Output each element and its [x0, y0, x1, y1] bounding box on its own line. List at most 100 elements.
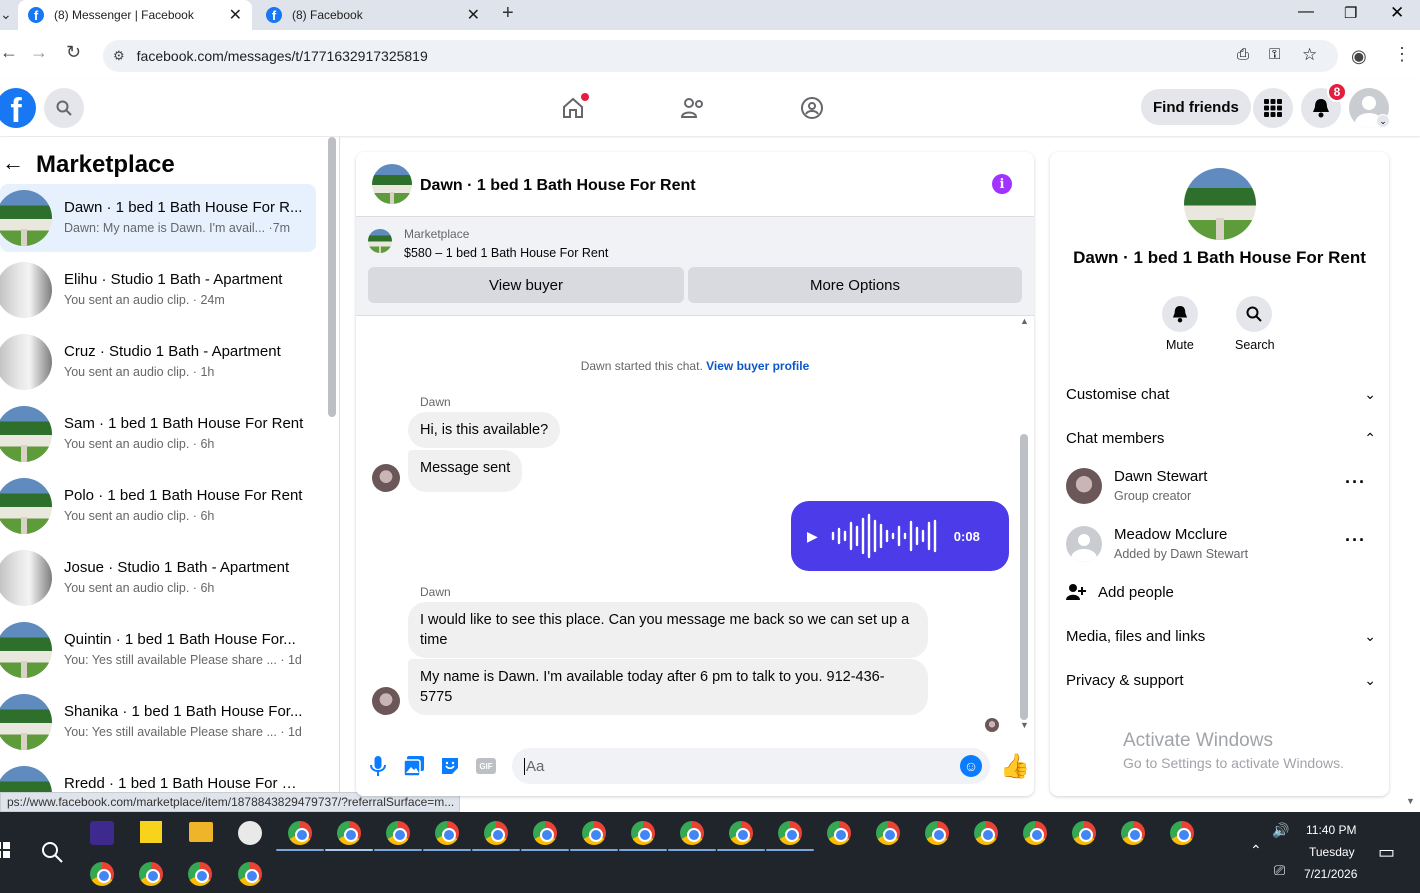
conversation-item[interactable]: Polo · 1 bed 1 Bath House For Rent You se…	[0, 472, 316, 540]
install-app-icon[interactable]: ⎙	[1237, 46, 1249, 63]
photo-icon[interactable]	[404, 756, 424, 776]
tab-messenger[interactable]: f (8) Messenger | Facebook ✕	[18, 0, 252, 30]
chrome-window-icon[interactable]	[778, 821, 802, 845]
chrome-window-icon[interactable]	[1072, 821, 1096, 845]
conversation-item[interactable]: Cruz · Studio 1 Bath - Apartment You sent…	[0, 328, 316, 396]
tab-scroll-left-icon[interactable]: ⌄	[0, 6, 12, 23]
chrome-window-icon[interactable]	[876, 821, 900, 845]
chrome-window-icon[interactable]	[386, 821, 410, 845]
message-bubble[interactable]: My name is Dawn. I'm available today aft…	[408, 659, 928, 715]
search-in-chat-button[interactable]	[1236, 296, 1272, 332]
paint-icon[interactable]	[238, 821, 262, 845]
groups-nav[interactable]	[800, 96, 824, 125]
sender-avatar[interactable]	[372, 464, 400, 492]
conversation-item[interactable]: Quintin · 1 bed 1 Bath House For... You: …	[0, 616, 316, 684]
browser-menu-icon[interactable]: ⋮	[1393, 44, 1411, 65]
volume-icon[interactable]: 🔊	[1272, 822, 1289, 839]
sender-avatar[interactable]	[372, 687, 400, 715]
notification-center-icon[interactable]: ▭	[1378, 842, 1395, 863]
chrome-window-icon[interactable]	[139, 862, 163, 886]
back-arrow-icon[interactable]: ←	[2, 150, 24, 176]
chat-members-section[interactable]: Chat members ⌃	[1066, 423, 1376, 453]
sticker-icon[interactable]	[440, 756, 460, 776]
chrome-window-icon[interactable]	[238, 862, 262, 886]
forward-icon[interactable]: →	[30, 42, 48, 63]
page-scroll-down-arrow[interactable]: ▼	[1406, 796, 1415, 806]
chrome-window-icon[interactable]	[1121, 821, 1145, 845]
search-button[interactable]	[44, 88, 84, 128]
chrome-window-icon[interactable]	[484, 821, 508, 845]
conversation-item[interactable]: Dawn · 1 bed 1 Bath House For R... Dawn: …	[0, 184, 316, 252]
play-icon[interactable]: ▶	[807, 528, 818, 545]
add-people-button[interactable]: Add people	[1066, 580, 1174, 604]
view-buyer-button[interactable]: View buyer	[368, 267, 684, 303]
clock-time[interactable]: 11:40 PM	[1306, 823, 1356, 837]
chrome-window-icon[interactable]	[288, 821, 312, 845]
menu-button[interactable]	[1253, 88, 1293, 128]
chrome-window-icon[interactable]	[827, 821, 851, 845]
chrome-window-icon[interactable]	[1170, 821, 1194, 845]
message-bubble[interactable]: Hi, is this available?	[408, 412, 561, 448]
chat-title[interactable]: Dawn · 1 bed 1 Bath House For Rent	[420, 177, 696, 195]
account-chevron-icon[interactable]: ⌄	[1376, 114, 1390, 128]
customise-chat-section[interactable]: Customise chat ⌄	[1066, 379, 1376, 409]
scroll-down-arrow[interactable]: ▼	[1020, 720, 1029, 730]
gif-icon[interactable]: GIF	[476, 758, 496, 774]
conversation-item[interactable]: Josue · Studio 1 Bath - Apartment You sen…	[0, 544, 316, 612]
friends-nav[interactable]	[680, 96, 706, 125]
file-explorer-icon[interactable]	[189, 822, 213, 842]
network-icon[interactable]: ⎚	[1274, 862, 1285, 879]
profile-icon[interactable]: ◉	[1351, 46, 1367, 67]
member-avatar[interactable]	[1066, 526, 1102, 562]
member-name[interactable]: Meadow Mcclure	[1114, 526, 1227, 543]
emoji-icon[interactable]: ☺	[960, 755, 982, 777]
list-scrollbar[interactable]	[328, 137, 336, 417]
conversation-item[interactable]: Elihu · Studio 1 Bath - Apartment You sen…	[0, 256, 316, 324]
info-icon[interactable]: i	[992, 174, 1012, 194]
notifications-button[interactable]: 8	[1301, 82, 1347, 128]
chrome-window-icon[interactable]	[974, 821, 998, 845]
audio-message-bubble[interactable]: ▶ 0:08	[791, 501, 1009, 571]
conversation-item[interactable]: Sam · 1 bed 1 Bath House For Rent You sen…	[0, 400, 316, 468]
restore-icon[interactable]: ❐	[1344, 4, 1357, 22]
member-options-icon[interactable]: ···	[1345, 472, 1366, 493]
taskbar-search-icon[interactable]	[40, 840, 64, 864]
chrome-window-icon[interactable]	[925, 821, 949, 845]
thumbs-up-icon[interactable]: 👍	[1000, 752, 1030, 781]
chrome-window-icon[interactable]	[1023, 821, 1047, 845]
find-friends-button[interactable]: Find friends	[1141, 89, 1251, 125]
member-avatar[interactable]	[1066, 468, 1102, 504]
message-bubble[interactable]: Message sent	[408, 450, 523, 492]
chrome-window-icon[interactable]	[533, 821, 557, 845]
bookmark-star-icon[interactable]: ☆	[1302, 45, 1317, 65]
scroll-up-arrow[interactable]: ▲	[1020, 316, 1029, 326]
sticky-notes-icon[interactable]	[140, 821, 162, 843]
messages-scrollbar[interactable]	[1020, 434, 1028, 720]
show-hidden-icons[interactable]: ⌃	[1250, 842, 1262, 859]
chat-avatar[interactable]	[372, 164, 412, 204]
site-info-icon[interactable]: ⚙	[113, 48, 125, 64]
message-input[interactable]: Aa ☺	[512, 748, 990, 784]
close-tab-icon[interactable]: ✕	[229, 5, 242, 25]
chrome-window-icon[interactable]	[729, 821, 753, 845]
chrome-window-icon[interactable]	[337, 821, 361, 845]
chrome-window-icon[interactable]	[188, 862, 212, 886]
tab-facebook[interactable]: f (8) Facebook ✕	[256, 0, 490, 30]
view-buyer-profile-link[interactable]: View buyer profile	[706, 359, 809, 373]
mute-button[interactable]	[1162, 296, 1198, 332]
windows-start-icon[interactable]	[0, 842, 10, 858]
chrome-window-icon[interactable]	[680, 821, 704, 845]
member-name[interactable]: Dawn Stewart	[1114, 468, 1207, 485]
more-options-button[interactable]: More Options	[688, 267, 1022, 303]
address-bar[interactable]: ⚙ facebook.com/messages/t/17716329173258…	[103, 40, 1338, 72]
privacy-support-section[interactable]: Privacy & support ⌄	[1066, 665, 1376, 695]
chrome-window-icon[interactable]	[631, 821, 655, 845]
new-tab-icon[interactable]: +	[502, 2, 514, 25]
chrome-window-icon[interactable]	[435, 821, 459, 845]
minimize-icon[interactable]: —	[1298, 3, 1314, 21]
facebook-logo[interactable]: f	[0, 88, 36, 128]
visual-studio-icon[interactable]	[90, 821, 114, 845]
microphone-icon[interactable]	[370, 756, 386, 776]
chrome-window-icon[interactable]	[582, 821, 606, 845]
reload-icon[interactable]: ↻	[66, 42, 81, 63]
